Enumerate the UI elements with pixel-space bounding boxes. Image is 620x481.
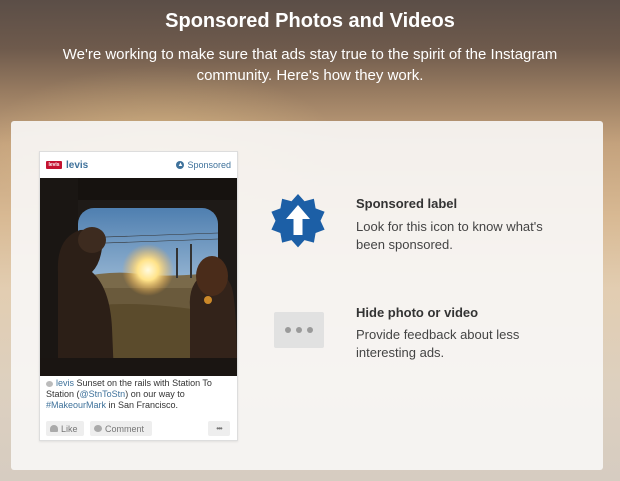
post-photo xyxy=(40,178,237,376)
post-actions: Like Comment ••• xyxy=(46,421,230,436)
comment-button[interactable]: Comment xyxy=(90,421,152,436)
sponsored-badge-icon xyxy=(271,194,325,248)
dot xyxy=(285,327,291,333)
sponsored-label-text: Look for this icon to know what's been s… xyxy=(356,219,543,252)
sponsored-tag[interactable]: ▲ Sponsored xyxy=(176,160,231,170)
post-header: levis levis ▲ Sponsored xyxy=(40,152,237,178)
page-subtitle: We're working to make sure that ads stay… xyxy=(62,46,558,84)
sponsored-tag-label: Sponsored xyxy=(187,160,231,170)
more-dots-icon xyxy=(274,312,324,348)
like-label: Like xyxy=(61,423,78,434)
post-caption: levis Sunset on the rails with Station T… xyxy=(46,378,232,411)
caption-hashtag[interactable]: #MakeourMark xyxy=(46,400,106,410)
post-brand: levis levis xyxy=(46,160,88,171)
page-title: Sponsored Photos and Videos xyxy=(165,10,455,32)
caption-mention[interactable]: @StnToStn xyxy=(80,389,126,399)
hide-photo-text: Provide feedback about less interesting … xyxy=(356,327,520,360)
like-button[interactable]: Like xyxy=(46,421,84,436)
dot xyxy=(307,327,313,333)
heart-icon xyxy=(50,425,58,432)
comment-label: Comment xyxy=(105,423,145,434)
sponsored-small-icon: ▲ xyxy=(176,161,185,169)
post-username[interactable]: levis xyxy=(66,160,88,171)
sunset-photo-image xyxy=(40,178,237,376)
info-card: levis levis ▲ Sponsored levis Sunset on … xyxy=(11,121,603,470)
sponsored-label-title: Sponsored label xyxy=(356,196,458,211)
caption-text-2: ) on our way to xyxy=(125,389,185,399)
hide-photo-title: Hide photo or video xyxy=(356,305,479,320)
caption-username[interactable]: levis xyxy=(56,378,74,388)
more-button[interactable]: ••• xyxy=(208,421,230,436)
sample-post: levis levis ▲ Sponsored levis Sunset on … xyxy=(39,151,238,441)
caption-comment-icon xyxy=(46,380,53,387)
dot xyxy=(296,327,302,333)
levis-logo: levis xyxy=(46,161,62,169)
comment-icon xyxy=(94,425,102,432)
caption-text-3: in San Francisco. xyxy=(106,400,179,410)
